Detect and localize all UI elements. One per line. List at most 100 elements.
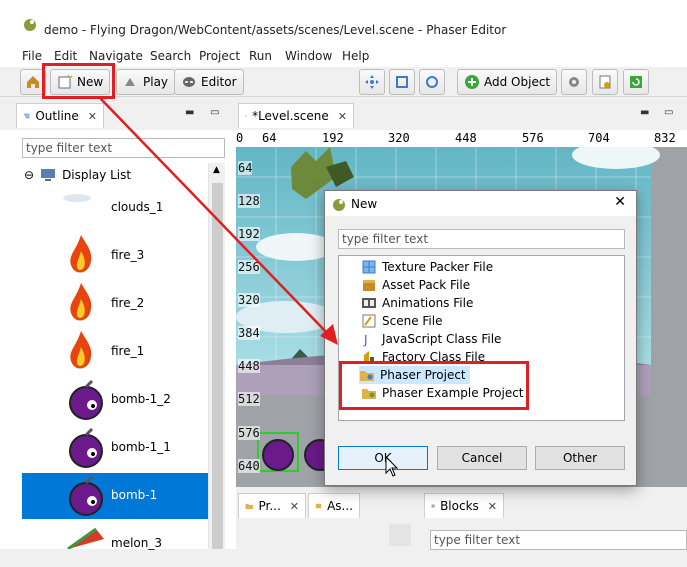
move-arrows-icon bbox=[365, 75, 379, 89]
list-item[interactable]: Animations File bbox=[361, 294, 473, 312]
tab-project[interactable]: Pr... ✕ bbox=[238, 493, 306, 518]
play-button-label: Play bbox=[143, 75, 169, 89]
list-item[interactable]: J JavaScript Class File bbox=[361, 330, 501, 348]
list-item[interactable]: Phaser Example Project bbox=[361, 384, 524, 402]
bomb-thumbnail-icon bbox=[69, 475, 103, 516]
home-icon bbox=[27, 76, 39, 88]
scrollbar-thumb[interactable] bbox=[212, 183, 223, 549]
scene-file-icon bbox=[245, 115, 247, 117]
dialog-filter-input[interactable]: type filter text bbox=[338, 229, 625, 249]
close-icon[interactable]: ✕ bbox=[614, 194, 626, 210]
close-icon[interactable]: ✕ bbox=[290, 500, 299, 513]
fire-thumbnail-icon bbox=[70, 283, 92, 321]
ruler-x-tick: 320 bbox=[388, 131, 410, 145]
factory-class-icon bbox=[364, 351, 374, 363]
outline-filter-input[interactable]: type filter text bbox=[22, 138, 225, 158]
ruler-x-tick: 704 bbox=[588, 131, 610, 145]
menu-bar: File Edit Navigate Search Project Run Wi… bbox=[0, 45, 687, 67]
ruler-y-tick: 512 bbox=[238, 392, 260, 406]
phaser-logo-icon bbox=[24, 19, 36, 31]
new-button[interactable]: New bbox=[50, 69, 111, 95]
collapse-panel-button[interactable] bbox=[389, 524, 411, 546]
other-button[interactable]: Other bbox=[535, 446, 625, 470]
list-item[interactable]: bomb-1_1 bbox=[22, 425, 208, 471]
scene-file-icon bbox=[362, 314, 376, 328]
collapse-icon[interactable]: ⊖ bbox=[24, 168, 34, 182]
window-titlebar: demo - Flying Dragon/WebContent/assets/s… bbox=[0, 0, 687, 45]
menu-navigate[interactable]: Navigate bbox=[89, 49, 143, 63]
ruler-y-tick: 320 bbox=[238, 293, 260, 307]
list-item[interactable]: Factory Class File bbox=[361, 348, 485, 366]
home-button[interactable] bbox=[20, 69, 46, 95]
cancel-button[interactable]: Cancel bbox=[437, 446, 527, 470]
ruler-x-tick: 0 bbox=[236, 131, 244, 145]
list-item[interactable]: fire_1 bbox=[22, 329, 208, 375]
mouse-cursor-icon bbox=[385, 456, 399, 477]
menu-search[interactable]: Search bbox=[150, 49, 191, 63]
maximize-icon[interactable]: ▭ bbox=[210, 107, 219, 118]
ruler-y-tick: 256 bbox=[238, 260, 260, 274]
list-item-selected[interactable]: Phaser Project bbox=[359, 366, 470, 384]
maximize-icon[interactable]: ▭ bbox=[664, 107, 673, 118]
scale-tool-button[interactable] bbox=[389, 69, 415, 95]
assets-icon bbox=[315, 503, 322, 509]
tab-blocks[interactable]: Blocks ✕ bbox=[424, 493, 504, 518]
close-icon[interactable]: ✕ bbox=[488, 500, 497, 513]
list-item-selected[interactable]: bomb-1 bbox=[22, 473, 208, 519]
phaser-project-icon bbox=[360, 371, 374, 381]
project-icon bbox=[245, 503, 253, 510]
tab-assets[interactable]: As... bbox=[308, 493, 360, 518]
menu-run[interactable]: Run bbox=[249, 49, 272, 63]
ruler-x-tick: 192 bbox=[322, 131, 344, 145]
menu-project[interactable]: Project bbox=[199, 49, 240, 63]
ruler-x-tick: 448 bbox=[455, 131, 477, 145]
minimize-icon[interactable]: ▬ bbox=[640, 107, 649, 118]
tab-level-scene[interactable]: *Level.scene ✕ bbox=[238, 103, 354, 128]
list-item-label: Texture Packer File bbox=[382, 260, 494, 274]
list-item[interactable]: Asset Pack File bbox=[361, 276, 470, 294]
ruler-y-tick: 192 bbox=[238, 227, 260, 241]
ruler-y-tick: 64 bbox=[238, 161, 253, 175]
editor-tab-label: *Level.scene bbox=[252, 109, 329, 123]
list-item-label: fire_3 bbox=[111, 248, 145, 262]
tab-outline[interactable]: Outline ✕ bbox=[16, 103, 104, 128]
close-icon[interactable]: ✕ bbox=[88, 110, 97, 123]
outline-scrollbar[interactable]: ▲ bbox=[208, 163, 225, 549]
animations-icon bbox=[362, 298, 376, 308]
settings-button[interactable] bbox=[561, 69, 587, 95]
editor-tab-header: *Level.scene ✕ ▬ ▭ bbox=[236, 97, 687, 130]
play-button[interactable]: Play bbox=[116, 69, 176, 95]
scroll-up-icon[interactable]: ▲ bbox=[213, 165, 220, 175]
list-item[interactable]: fire_2 bbox=[22, 281, 208, 327]
ruler-x: 0 64 192 320 448 576 704 832 bbox=[236, 131, 687, 147]
dialog-titlebar: New ✕ bbox=[325, 191, 636, 216]
menu-help[interactable]: Help bbox=[342, 49, 369, 63]
add-object-button[interactable]: Add Object bbox=[457, 69, 558, 95]
menu-edit[interactable]: Edit bbox=[54, 49, 77, 63]
monitor-icon bbox=[41, 169, 56, 181]
list-item[interactable]: clouds_1 bbox=[22, 185, 208, 231]
fire-thumbnail-icon bbox=[70, 235, 92, 273]
list-item[interactable]: bomb-1_2 bbox=[22, 377, 208, 423]
texture-packer-icon bbox=[362, 260, 376, 274]
add-green-icon bbox=[465, 75, 479, 89]
list-item[interactable]: Scene File bbox=[361, 312, 442, 330]
editor-button[interactable]: Editor bbox=[174, 69, 244, 95]
list-item[interactable]: fire_3 bbox=[22, 233, 208, 279]
list-item[interactable]: melon_3 bbox=[22, 521, 208, 567]
export-button[interactable] bbox=[592, 69, 618, 95]
phaser-logo-icon bbox=[333, 199, 345, 211]
list-item[interactable]: Texture Packer File bbox=[361, 258, 493, 276]
display-list-root[interactable]: ⊖ Display List bbox=[24, 167, 131, 183]
rotate-tool-button[interactable] bbox=[419, 69, 445, 95]
new-button-label: New bbox=[77, 75, 104, 89]
minimize-icon[interactable]: ▬ bbox=[185, 107, 194, 118]
menu-window[interactable]: Window bbox=[285, 49, 332, 63]
pan-tool-button[interactable] bbox=[359, 69, 385, 95]
refresh-button[interactable] bbox=[623, 69, 649, 95]
menu-file[interactable]: File bbox=[22, 49, 42, 63]
ok-button[interactable]: OK bbox=[338, 446, 428, 470]
close-icon[interactable]: ✕ bbox=[338, 110, 347, 123]
blocks-filter-input[interactable]: type filter text bbox=[430, 530, 687, 550]
tab-project-label: Pr... bbox=[258, 499, 281, 513]
